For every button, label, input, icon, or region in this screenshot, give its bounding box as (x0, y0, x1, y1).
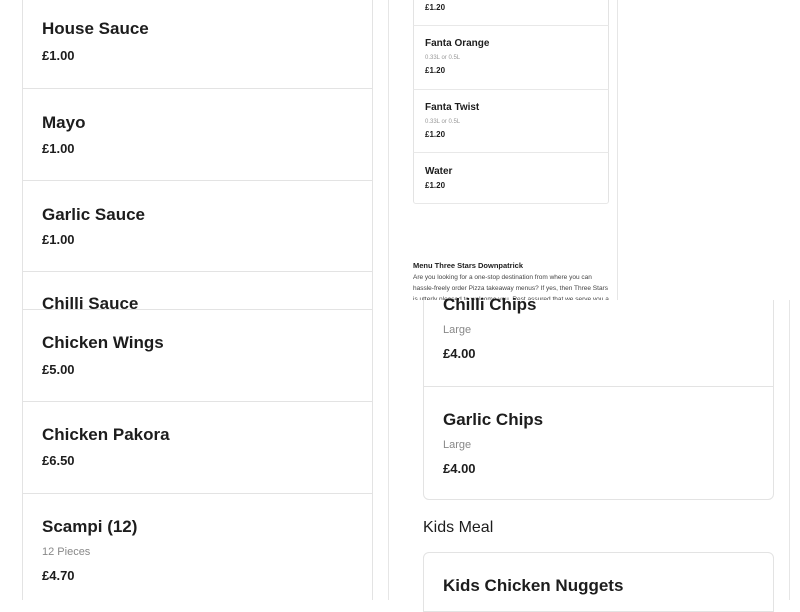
column-divider-left (388, 0, 389, 600)
item-description: Large (443, 439, 472, 451)
item-price: £6.50 (42, 453, 75, 468)
item-name: Scampi (12) (42, 517, 138, 536)
item-price: £1.00 (42, 48, 75, 63)
item-name: Fanta Orange (425, 38, 490, 49)
item-description: 12 Pieces (42, 546, 91, 558)
item-price: £1.20 (425, 130, 446, 139)
item-name: Mayo (42, 113, 86, 132)
menu-item-card[interactable]: Chicken Pakora £6.50 (22, 401, 373, 494)
item-description: 0.33L or 0.5L (425, 119, 461, 125)
item-price: £4.00 (443, 461, 476, 476)
menu-item-card[interactable]: Garlic Chips Large £4.00 (423, 386, 774, 500)
item-name: Chilli Chips (443, 295, 537, 314)
menu-item-card[interactable]: Garlic Sauce £1.00 (22, 180, 373, 272)
menu-item-card[interactable]: Chicken Wings £5.00 (22, 309, 373, 402)
item-price: £4.00 (443, 346, 476, 361)
menu-item-card[interactable]: Chilli Chips Large £4.00 (423, 295, 774, 387)
menu-item-card[interactable]: Mayo £1.00 (22, 88, 373, 181)
item-price: £1.00 (42, 141, 75, 156)
item-name: Chilli Sauce (42, 294, 139, 309)
menu-item-card[interactable]: Kids Chicken Nuggets (423, 552, 774, 612)
item-name: Fanta Twist (425, 102, 480, 113)
drink-item-card[interactable]: Water £1.20 (413, 153, 609, 204)
item-price: £5.00 (42, 362, 75, 377)
drink-item-card[interactable]: £1.20 (413, 0, 609, 26)
drink-item-card[interactable]: Fanta Orange 0.33L or 0.5L £1.20 (413, 26, 609, 90)
item-name: Water (425, 166, 453, 177)
menu-item-card[interactable]: House Sauce £1.00 (22, 0, 373, 89)
item-description: Large (443, 324, 472, 336)
item-name: Garlic Chips (443, 410, 544, 429)
item-price: £1.20 (425, 181, 446, 190)
about-section: Menu Three Stars Downpatrick Are you loo… (413, 259, 609, 300)
menu-item-card[interactable]: Scampi (12) 12 Pieces £4.70 (22, 493, 373, 600)
item-description: 0.33L or 0.5L (425, 55, 461, 61)
item-price: £1.20 (425, 66, 446, 75)
item-name: Chicken Pakora (42, 425, 170, 444)
item-price: £1.20 (425, 3, 446, 12)
item-price: £1.00 (42, 232, 75, 247)
menu-item-card[interactable]: Chilli Sauce (22, 271, 373, 309)
about-title: Menu Three Stars Downpatrick (413, 261, 524, 270)
item-price: £4.70 (42, 568, 75, 583)
item-name: Kids Chicken Nuggets (443, 576, 624, 595)
category-heading: Kids Meal (423, 519, 494, 536)
drink-item-card[interactable]: Fanta Twist 0.33L or 0.5L £1.20 (413, 90, 609, 153)
column-divider-mid (617, 0, 618, 300)
item-name: Chicken Wings (42, 333, 164, 352)
item-name: Garlic Sauce (42, 205, 146, 224)
item-name: House Sauce (42, 19, 149, 38)
column-divider-right (789, 300, 790, 600)
